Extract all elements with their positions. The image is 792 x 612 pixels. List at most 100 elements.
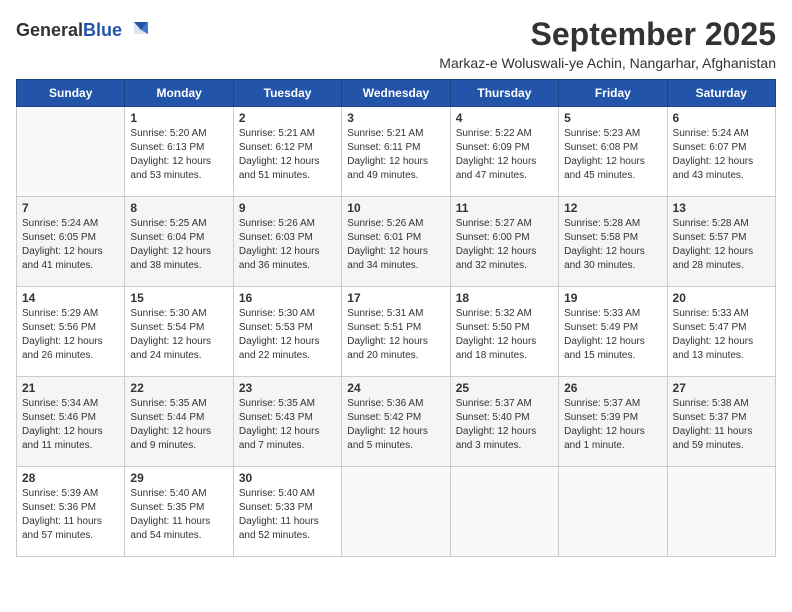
calendar-cell: 17 Sunrise: 5:31 AM Sunset: 5:51 PM Dayli… bbox=[342, 287, 450, 377]
calendar-cell: 28 Sunrise: 5:39 AM Sunset: 5:36 PM Dayli… bbox=[17, 467, 125, 557]
calendar-cell: 29 Sunrise: 5:40 AM Sunset: 5:35 PM Dayli… bbox=[125, 467, 233, 557]
weekday-header-row: SundayMondayTuesdayWednesdayThursdayFrid… bbox=[17, 80, 776, 107]
day-info: Sunrise: 5:21 AM Sunset: 6:11 PM Dayligh… bbox=[347, 127, 444, 183]
day-info: Sunrise: 5:26 AM Sunset: 6:01 PM Dayligh… bbox=[347, 217, 444, 273]
day-number: 11 bbox=[456, 201, 553, 215]
day-number: 18 bbox=[456, 291, 553, 305]
calendar-week-row: 28 Sunrise: 5:39 AM Sunset: 5:36 PM Dayli… bbox=[17, 467, 776, 557]
day-number: 5 bbox=[564, 111, 661, 125]
calendar-cell: 24Sunrise: 5:36 AM Sunset: 5:42 PM Dayli… bbox=[342, 377, 450, 467]
day-info: Sunrise: 5:26 AM Sunset: 6:03 PM Dayligh… bbox=[239, 217, 336, 273]
calendar-cell: 26 Sunrise: 5:37 AM Sunset: 5:39 PM Dayli… bbox=[559, 377, 667, 467]
weekday-header-thursday: Thursday bbox=[450, 80, 558, 107]
day-number: 26 bbox=[564, 381, 661, 395]
day-number: 2 bbox=[239, 111, 336, 125]
day-number: 6 bbox=[673, 111, 770, 125]
day-number: 8 bbox=[130, 201, 227, 215]
day-info: Sunrise: 5:37 AM Sunset: 5:40 PM Dayligh… bbox=[456, 397, 553, 453]
title-section: September 2025 Markaz-e Woluswali-ye Ach… bbox=[172, 16, 776, 71]
calendar-cell: 10Sunrise: 5:26 AM Sunset: 6:01 PM Dayli… bbox=[342, 197, 450, 287]
calendar-cell: 25 Sunrise: 5:37 AM Sunset: 5:40 PM Dayli… bbox=[450, 377, 558, 467]
calendar-cell: 3 Sunrise: 5:21 AM Sunset: 6:11 PM Daylig… bbox=[342, 107, 450, 197]
calendar-cell: 20Sunrise: 5:33 AM Sunset: 5:47 PM Dayli… bbox=[667, 287, 775, 377]
calendar-cell: 7 Sunrise: 5:24 AM Sunset: 6:05 PM Daylig… bbox=[17, 197, 125, 287]
logo-general: General bbox=[16, 20, 83, 40]
day-info: Sunrise: 5:32 AM Sunset: 5:50 PM Dayligh… bbox=[456, 307, 553, 363]
day-number: 17 bbox=[347, 291, 444, 305]
weekday-header-wednesday: Wednesday bbox=[342, 80, 450, 107]
day-number: 30 bbox=[239, 471, 336, 485]
day-number: 25 bbox=[456, 381, 553, 395]
calendar-cell: 30 Sunrise: 5:40 AM Sunset: 5:33 PM Dayli… bbox=[233, 467, 341, 557]
day-number: 22 bbox=[130, 381, 227, 395]
day-info: Sunrise: 5:40 AM Sunset: 5:33 PM Dayligh… bbox=[239, 487, 336, 543]
calendar-cell: 14 Sunrise: 5:29 AM Sunset: 5:56 PM Dayli… bbox=[17, 287, 125, 377]
calendar-cell: 16Sunrise: 5:30 AM Sunset: 5:53 PM Dayli… bbox=[233, 287, 341, 377]
day-info: Sunrise: 5:34 AM Sunset: 5:46 PM Dayligh… bbox=[22, 397, 119, 453]
day-number: 14 bbox=[22, 291, 119, 305]
day-number: 23 bbox=[239, 381, 336, 395]
weekday-header-saturday: Saturday bbox=[667, 80, 775, 107]
calendar-cell bbox=[342, 467, 450, 557]
calendar-cell bbox=[667, 467, 775, 557]
day-info: Sunrise: 5:21 AM Sunset: 6:12 PM Dayligh… bbox=[239, 127, 336, 183]
day-info: Sunrise: 5:33 AM Sunset: 5:49 PM Dayligh… bbox=[564, 307, 661, 363]
calendar-week-row: 21 Sunrise: 5:34 AM Sunset: 5:46 PM Dayli… bbox=[17, 377, 776, 467]
calendar-cell bbox=[559, 467, 667, 557]
day-info: Sunrise: 5:39 AM Sunset: 5:36 PM Dayligh… bbox=[22, 487, 119, 543]
day-number: 4 bbox=[456, 111, 553, 125]
calendar-cell: 27Sunrise: 5:38 AM Sunset: 5:37 PM Dayli… bbox=[667, 377, 775, 467]
day-info: Sunrise: 5:33 AM Sunset: 5:47 PM Dayligh… bbox=[673, 307, 770, 363]
day-info: Sunrise: 5:29 AM Sunset: 5:56 PM Dayligh… bbox=[22, 307, 119, 363]
day-info: Sunrise: 5:35 AM Sunset: 5:43 PM Dayligh… bbox=[239, 397, 336, 453]
calendar-subtitle: Markaz-e Woluswali-ye Achin, Nangarhar, … bbox=[172, 55, 776, 71]
day-info: Sunrise: 5:25 AM Sunset: 6:04 PM Dayligh… bbox=[130, 217, 227, 273]
day-number: 15 bbox=[130, 291, 227, 305]
day-number: 27 bbox=[673, 381, 770, 395]
day-number: 19 bbox=[564, 291, 661, 305]
day-info: Sunrise: 5:28 AM Sunset: 5:58 PM Dayligh… bbox=[564, 217, 661, 273]
weekday-header-tuesday: Tuesday bbox=[233, 80, 341, 107]
day-info: Sunrise: 5:31 AM Sunset: 5:51 PM Dayligh… bbox=[347, 307, 444, 363]
day-number: 21 bbox=[22, 381, 119, 395]
calendar-cell bbox=[450, 467, 558, 557]
calendar-cell: 11Sunrise: 5:27 AM Sunset: 6:00 PM Dayli… bbox=[450, 197, 558, 287]
logo-icon bbox=[124, 16, 152, 44]
day-number: 13 bbox=[673, 201, 770, 215]
calendar-week-row: 14 Sunrise: 5:29 AM Sunset: 5:56 PM Dayli… bbox=[17, 287, 776, 377]
calendar-cell: 15 Sunrise: 5:30 AM Sunset: 5:54 PM Dayli… bbox=[125, 287, 233, 377]
weekday-header-monday: Monday bbox=[125, 80, 233, 107]
calendar-week-row: 1Sunrise: 5:20 AM Sunset: 6:13 PM Daylig… bbox=[17, 107, 776, 197]
day-number: 24 bbox=[347, 381, 444, 395]
calendar-cell: 8 Sunrise: 5:25 AM Sunset: 6:04 PM Daylig… bbox=[125, 197, 233, 287]
calendar-cell: 19 Sunrise: 5:33 AM Sunset: 5:49 PM Dayli… bbox=[559, 287, 667, 377]
day-info: Sunrise: 5:40 AM Sunset: 5:35 PM Dayligh… bbox=[130, 487, 227, 543]
calendar-cell: 2 Sunrise: 5:21 AM Sunset: 6:12 PM Daylig… bbox=[233, 107, 341, 197]
calendar-title: September 2025 bbox=[172, 16, 776, 53]
day-info: Sunrise: 5:20 AM Sunset: 6:13 PM Dayligh… bbox=[130, 127, 227, 183]
day-info: Sunrise: 5:37 AM Sunset: 5:39 PM Dayligh… bbox=[564, 397, 661, 453]
day-info: Sunrise: 5:24 AM Sunset: 6:07 PM Dayligh… bbox=[673, 127, 770, 183]
calendar-week-row: 7 Sunrise: 5:24 AM Sunset: 6:05 PM Daylig… bbox=[17, 197, 776, 287]
calendar-cell: 4 Sunrise: 5:22 AM Sunset: 6:09 PM Daylig… bbox=[450, 107, 558, 197]
day-info: Sunrise: 5:28 AM Sunset: 5:57 PM Dayligh… bbox=[673, 217, 770, 273]
logo-blue: Blue bbox=[83, 20, 122, 40]
day-info: Sunrise: 5:35 AM Sunset: 5:44 PM Dayligh… bbox=[130, 397, 227, 453]
day-info: Sunrise: 5:30 AM Sunset: 5:54 PM Dayligh… bbox=[130, 307, 227, 363]
logo: GeneralBlue bbox=[16, 16, 152, 44]
day-info: Sunrise: 5:22 AM Sunset: 6:09 PM Dayligh… bbox=[456, 127, 553, 183]
day-info: Sunrise: 5:24 AM Sunset: 6:05 PM Dayligh… bbox=[22, 217, 119, 273]
day-number: 28 bbox=[22, 471, 119, 485]
calendar-cell bbox=[17, 107, 125, 197]
day-number: 16 bbox=[239, 291, 336, 305]
calendar-cell: 12 Sunrise: 5:28 AM Sunset: 5:58 PM Dayli… bbox=[559, 197, 667, 287]
day-number: 12 bbox=[564, 201, 661, 215]
day-number: 9 bbox=[239, 201, 336, 215]
day-number: 29 bbox=[130, 471, 227, 485]
calendar-cell: 22 Sunrise: 5:35 AM Sunset: 5:44 PM Dayli… bbox=[125, 377, 233, 467]
calendar-cell: 13 Sunrise: 5:28 AM Sunset: 5:57 PM Dayli… bbox=[667, 197, 775, 287]
weekday-header-friday: Friday bbox=[559, 80, 667, 107]
day-number: 3 bbox=[347, 111, 444, 125]
calendar-cell: 23 Sunrise: 5:35 AM Sunset: 5:43 PM Dayli… bbox=[233, 377, 341, 467]
day-number: 7 bbox=[22, 201, 119, 215]
